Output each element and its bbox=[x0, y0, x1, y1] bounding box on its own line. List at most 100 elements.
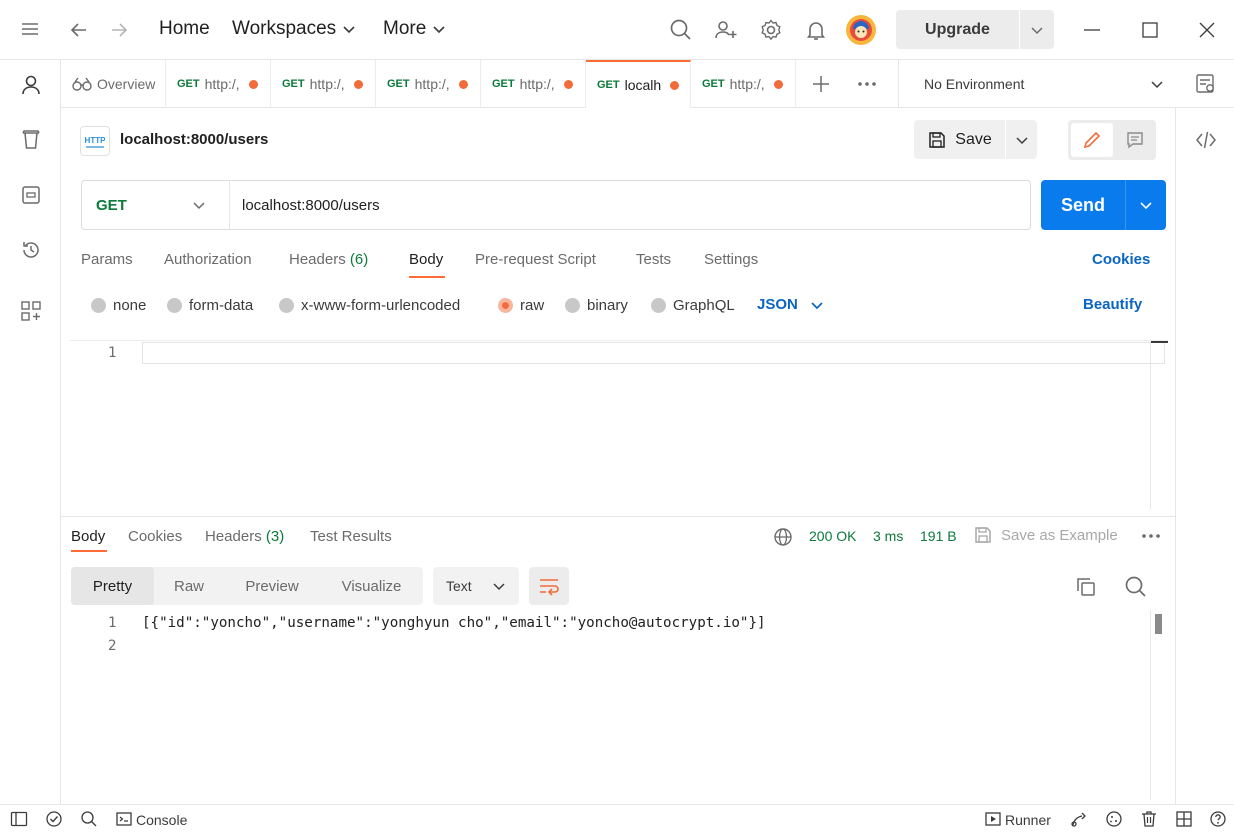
trash-icon[interactable] bbox=[1140, 810, 1158, 828]
radio-urlencoded[interactable]: x-www-form-urlencoded bbox=[279, 297, 460, 314]
runner-icon[interactable] bbox=[985, 810, 1001, 828]
history-icon[interactable] bbox=[20, 239, 42, 261]
response-time[interactable]: 3 ms bbox=[873, 528, 903, 544]
more-tabs-icon[interactable] bbox=[857, 75, 877, 93]
send-dropdown[interactable] bbox=[1126, 180, 1166, 230]
response-tab-body[interactable]: Body bbox=[71, 528, 105, 545]
url-input[interactable]: localhost:8000/users bbox=[242, 181, 380, 229]
forward-arrow-icon[interactable] bbox=[109, 20, 129, 40]
status-code[interactable]: 200 OK bbox=[809, 528, 856, 544]
cookies-icon[interactable] bbox=[1105, 810, 1123, 828]
layout-grid-icon[interactable] bbox=[1175, 810, 1193, 828]
save-dropdown[interactable] bbox=[1006, 120, 1037, 159]
find-icon[interactable] bbox=[80, 810, 98, 828]
tab-body[interactable]: Body bbox=[409, 251, 443, 268]
menu-icon[interactable] bbox=[20, 20, 40, 38]
sync-status-icon[interactable] bbox=[45, 810, 63, 828]
nav-home[interactable]: Home bbox=[159, 18, 210, 40]
tab-request[interactable]: GET http:/, bbox=[376, 60, 481, 108]
upgrade-dropdown[interactable] bbox=[1020, 10, 1054, 49]
tab-prerequest-script[interactable]: Pre-request Script bbox=[475, 251, 596, 268]
more-options-icon[interactable] bbox=[1141, 527, 1161, 545]
response-tab-headers[interactable]: Headers (3) bbox=[205, 528, 284, 545]
tab-request-active[interactable]: GET localh bbox=[586, 60, 691, 108]
radio-form-data[interactable]: form-data bbox=[167, 297, 253, 314]
wrap-lines-button[interactable] bbox=[529, 567, 569, 605]
avatar[interactable] bbox=[845, 14, 877, 46]
comments-button[interactable] bbox=[1116, 123, 1153, 157]
response-tab-cookies[interactable]: Cookies bbox=[128, 528, 182, 545]
tab-request[interactable]: GET http:/, bbox=[271, 60, 376, 108]
tab-request[interactable]: GET http:/, bbox=[166, 60, 271, 108]
search-icon[interactable] bbox=[669, 18, 693, 42]
nav-more[interactable]: More bbox=[383, 18, 446, 40]
radio-raw[interactable]: raw bbox=[498, 297, 544, 314]
tab-request[interactable]: GET http:/, bbox=[691, 60, 796, 108]
scrollbar-thumb[interactable] bbox=[1155, 614, 1162, 634]
radio-selected-icon bbox=[498, 298, 513, 313]
environment-quicklook-icon[interactable] bbox=[1195, 73, 1217, 95]
globe-icon[interactable] bbox=[773, 527, 793, 547]
apis-grid-icon[interactable] bbox=[20, 300, 42, 322]
radio-graphql[interactable]: GraphQL bbox=[651, 297, 735, 314]
view-pretty[interactable]: Pretty bbox=[71, 567, 154, 605]
collections-trash-icon[interactable] bbox=[20, 129, 42, 151]
radio-binary[interactable]: binary bbox=[565, 297, 628, 314]
method-selector[interactable]: GET bbox=[82, 181, 230, 229]
send-label[interactable]: Send bbox=[1041, 180, 1126, 230]
tab-headers[interactable]: Headers (6) bbox=[289, 251, 368, 268]
toggle-sidebar-icon[interactable] bbox=[10, 810, 28, 828]
settings-gear-icon[interactable] bbox=[759, 18, 783, 42]
request-body-editor[interactable]: 1 bbox=[70, 340, 1168, 509]
radio-circle-icon bbox=[167, 298, 182, 313]
new-tab-plus-icon[interactable] bbox=[812, 75, 830, 93]
notification-bell-icon[interactable] bbox=[804, 18, 828, 42]
close-icon[interactable] bbox=[1197, 20, 1217, 40]
send-button[interactable]: Send bbox=[1041, 180, 1166, 230]
invite-user-icon[interactable] bbox=[714, 18, 738, 42]
tab-request[interactable]: GET http:/, bbox=[481, 60, 586, 108]
console-button[interactable]: Console bbox=[136, 812, 187, 828]
help-icon[interactable] bbox=[1209, 810, 1227, 828]
upgrade-button[interactable]: Upgrade bbox=[896, 10, 1054, 49]
tab-label: http:/, bbox=[729, 76, 765, 92]
raw-format-selector[interactable]: JSON bbox=[757, 296, 824, 313]
console-icon[interactable] bbox=[116, 810, 132, 828]
tab-overview[interactable]: Overview bbox=[61, 60, 166, 108]
maximize-icon[interactable] bbox=[1140, 20, 1160, 40]
cookies-link[interactable]: Cookies bbox=[1092, 251, 1150, 268]
save-as-example-button[interactable]: Save as Example bbox=[973, 525, 1118, 545]
view-raw[interactable]: Raw bbox=[154, 567, 224, 605]
minimize-icon[interactable] bbox=[1082, 20, 1102, 40]
tab-authorization[interactable]: Authorization bbox=[164, 251, 252, 268]
pane-divider[interactable] bbox=[61, 516, 1175, 517]
view-preview[interactable]: Preview bbox=[224, 567, 320, 605]
environment-selector[interactable]: No Environment bbox=[898, 60, 1175, 108]
response-size[interactable]: 191 B bbox=[920, 528, 957, 544]
environments-icon[interactable] bbox=[20, 184, 42, 206]
code-snippet-icon[interactable] bbox=[1195, 129, 1217, 151]
save-button[interactable]: Save bbox=[914, 120, 1037, 159]
response-body-viewer[interactable]: 1 2 [{"id":"yoncho","username":"yonghyun… bbox=[70, 610, 1168, 800]
user-profile-icon[interactable] bbox=[20, 74, 42, 96]
runner-button[interactable]: Runner bbox=[1005, 812, 1051, 828]
response-format-selector[interactable]: Text bbox=[433, 567, 519, 605]
nav-workspaces[interactable]: Workspaces bbox=[232, 18, 356, 40]
edit-mode-button[interactable] bbox=[1071, 123, 1113, 157]
view-visualize[interactable]: Visualize bbox=[320, 567, 423, 605]
editor-scrollbar[interactable] bbox=[1150, 341, 1168, 509]
copy-icon[interactable] bbox=[1075, 576, 1097, 598]
scrollbar-thumb[interactable] bbox=[1151, 341, 1168, 343]
capture-requests-icon[interactable] bbox=[1070, 810, 1088, 828]
tab-params[interactable]: Params bbox=[81, 251, 133, 268]
tab-tests[interactable]: Tests bbox=[636, 251, 671, 268]
radio-none[interactable]: none bbox=[91, 297, 146, 314]
response-tab-test-results[interactable]: Test Results bbox=[310, 528, 392, 545]
response-scrollbar[interactable] bbox=[1150, 610, 1167, 800]
request-title[interactable]: localhost:8000/users bbox=[120, 131, 268, 148]
back-arrow-icon[interactable] bbox=[69, 20, 89, 40]
search-icon[interactable] bbox=[1124, 575, 1148, 599]
save-main[interactable]: Save bbox=[914, 120, 1006, 159]
tab-settings[interactable]: Settings bbox=[704, 251, 758, 268]
beautify-button[interactable]: Beautify bbox=[1083, 296, 1142, 313]
